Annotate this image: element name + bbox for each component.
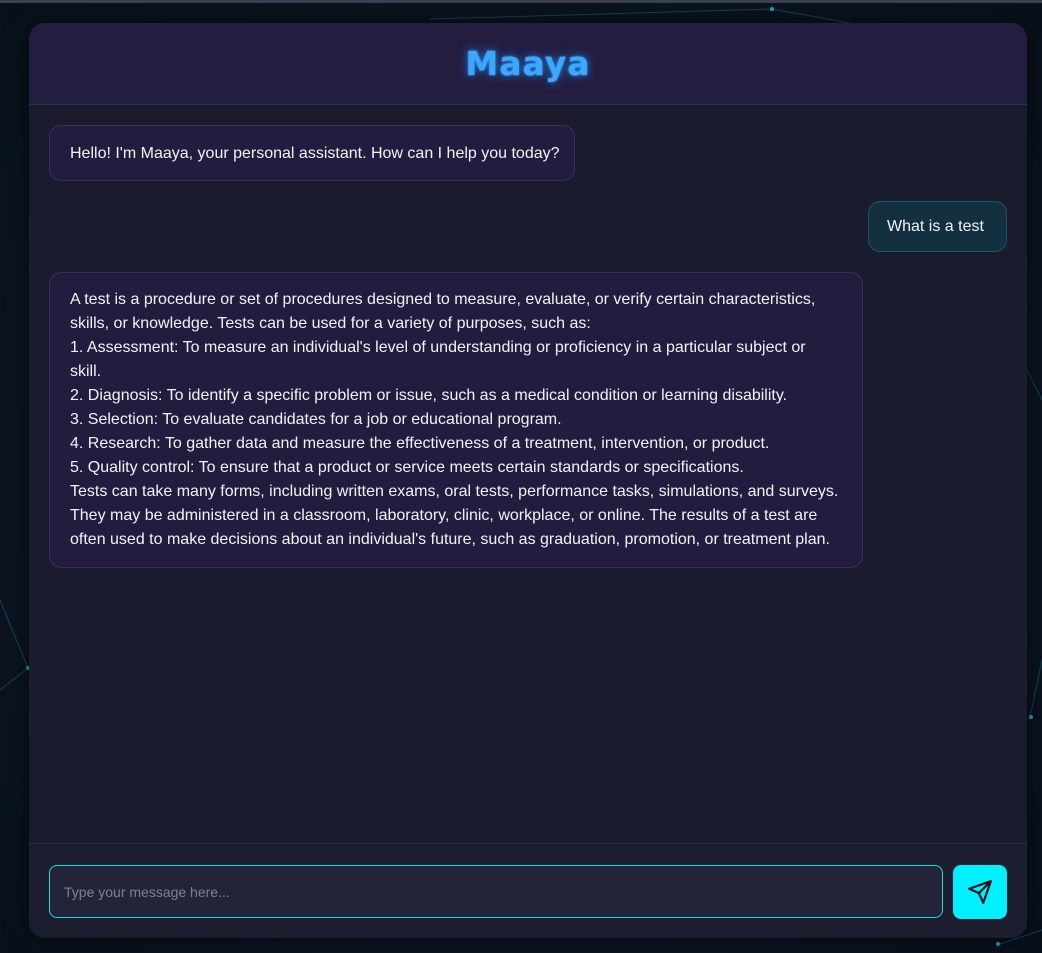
message-line: skills, or knowledge. Tests can be used … [70,315,591,332]
user-message: What is a test [868,201,1007,252]
message-line: What is a test [887,218,984,235]
chat-header: Maaya [29,23,1027,105]
send-icon [968,880,992,904]
message-line: 1. Assessment: To measure an individual'… [70,339,806,356]
message-line: 4. Research: To gather data and measure … [70,435,770,452]
message-line: 2. Diagnosis: To identify a specific pro… [70,387,788,404]
assistant-message: Hello! I'm Maaya, your personal assistan… [49,125,575,181]
assistant-message: A test is a procedure or set of procedur… [49,272,863,568]
send-button[interactable] [953,865,1007,919]
message-line: Tests can take many forms, including wri… [70,483,839,500]
message-line: Hello! I'm Maaya, your personal assistan… [70,145,560,162]
message-line: skill. [70,363,102,380]
message-input[interactable] [49,865,943,918]
message-line: often used to make decisions about an in… [70,531,830,548]
message-line: 5. Quality control: To ensure that a pro… [70,459,744,476]
message-composer [29,843,1027,938]
message-line: A test is a procedure or set of procedur… [70,291,816,308]
chat-app-window: Maaya Hello! I'm Maaya, your personal as… [29,23,1027,938]
app-title: Maaya [465,44,591,83]
message-line: They may be administered in a classroom,… [70,507,818,524]
message-line: 3. Selection: To evaluate candidates for… [70,411,562,428]
message-list[interactable]: Hello! I'm Maaya, your personal assistan… [29,105,1027,843]
window-top-border [0,0,1042,3]
